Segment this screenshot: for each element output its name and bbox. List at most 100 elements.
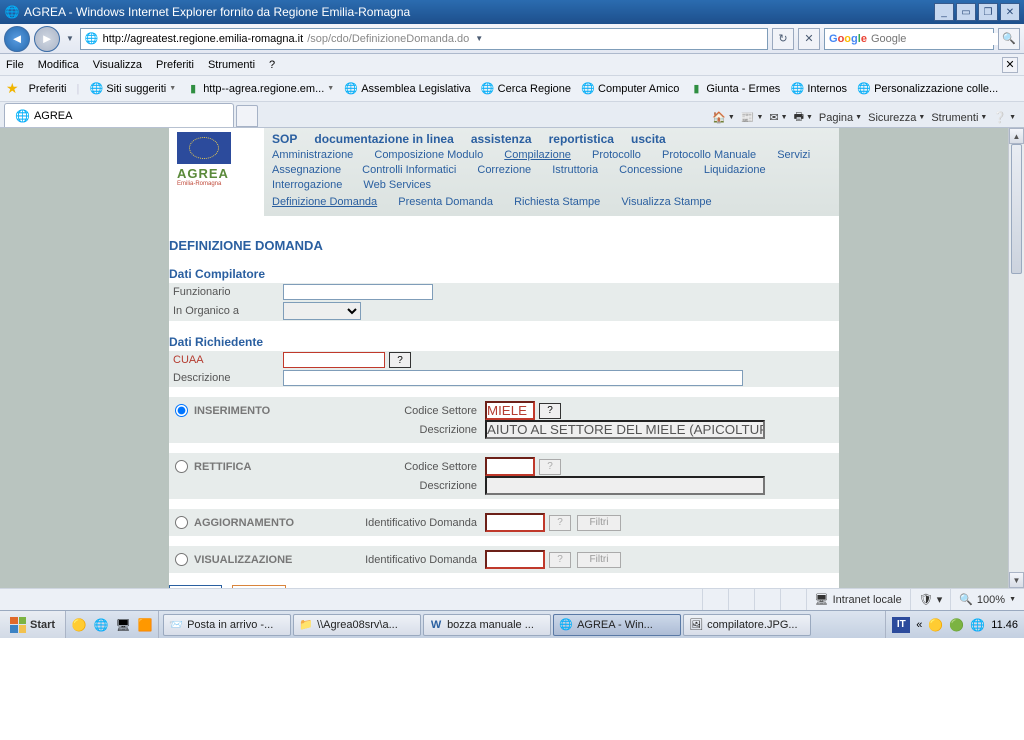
task-ie-agrea[interactable]: 🌐AGREA - Win... <box>553 614 681 636</box>
tray-icon[interactable]: 🟡 <box>928 618 943 632</box>
status-zone[interactable]: 🖥Intranet locale <box>806 589 910 610</box>
task-word[interactable]: Wbozza manuale ... <box>423 614 551 636</box>
menu-preferiti[interactable]: Preferiti <box>156 59 194 71</box>
nav-uscita[interactable]: uscita <box>631 132 666 146</box>
scroll-thumb[interactable] <box>1011 144 1022 274</box>
stop-button[interactable]: ✕ <box>798 28 820 50</box>
ritorna-button[interactable]: Ritorna <box>232 585 286 588</box>
tab-agrea[interactable]: 🌐 AGREA <box>4 103 234 127</box>
search-box[interactable]: Google <box>824 28 994 50</box>
nav-richiesta-stampe[interactable]: Richiesta Stampe <box>514 195 600 210</box>
nav-presenta-domanda[interactable]: Presenta Domanda <box>398 195 493 210</box>
maximize-button[interactable]: ❐ <box>978 3 998 21</box>
mail-button[interactable]: ✉▼ <box>769 111 787 124</box>
nav-compilazione[interactable]: Compilazione <box>504 148 571 163</box>
radio-aggiornamento-label[interactable]: AGGIORNAMENTO <box>175 516 355 529</box>
task-folder[interactable]: 📁\\Agrea08srv\a... <box>293 614 421 636</box>
vertical-scrollbar[interactable]: ▲ ▼ <box>1008 128 1024 588</box>
lookup-settore-ins-button[interactable]: ? <box>539 403 561 419</box>
favorites-label[interactable]: Preferiti <box>29 83 67 95</box>
nav-interrogazione[interactable]: Interrogazione <box>272 178 342 193</box>
lookup-cuaa-button[interactable]: ? <box>389 352 411 368</box>
protected-mode-cell[interactable]: 🛡▾ <box>910 589 951 610</box>
nav-documentazione[interactable]: documentazione in linea <box>314 132 453 146</box>
nav-servizi[interactable]: Servizi <box>777 148 810 163</box>
ql-desktop-icon[interactable]: 🖥 <box>114 616 132 634</box>
input-descrizione[interactable] <box>283 370 743 386</box>
task-image[interactable]: 🖼compilatore.JPG... <box>683 614 811 636</box>
clock[interactable]: 11.46 <box>991 619 1018 631</box>
ql-icon[interactable]: 🟡 <box>70 616 88 634</box>
menu-close-icon[interactable]: ✕ <box>1002 57 1018 73</box>
print-button[interactable]: 🖶▼ <box>794 108 813 127</box>
close-button[interactable]: ✕ <box>1000 3 1020 21</box>
help-button[interactable]: ❔▼ <box>993 111 1016 124</box>
tools-menu[interactable]: Strumenti▼ <box>931 112 987 124</box>
back-button[interactable]: ◄ <box>4 26 30 52</box>
tray-network-icon[interactable]: 🌐 <box>970 618 985 632</box>
tray-expand-icon[interactable]: « <box>916 619 922 631</box>
nav-amministrazione[interactable]: Amministrazione <box>272 148 353 163</box>
restore-button[interactable]: ▭ <box>956 3 976 21</box>
safety-menu[interactable]: Sicurezza▼ <box>868 112 925 124</box>
menu-strumenti[interactable]: Strumenti <box>208 59 255 71</box>
nav-composizione[interactable]: Composizione Modulo <box>374 148 483 163</box>
start-button[interactable]: Start <box>0 611 66 638</box>
input-funzionario[interactable] <box>283 284 433 300</box>
input-id-domanda-vis[interactable] <box>485 550 545 569</box>
ql-ie-icon[interactable]: 🌐 <box>92 616 110 634</box>
nav-controlli[interactable]: Controlli Informatici <box>362 163 456 178</box>
radio-rettifica-label[interactable]: RETTIFICA <box>175 460 355 473</box>
search-input[interactable] <box>871 33 1013 45</box>
nav-assistenza[interactable]: assistenza <box>471 132 532 146</box>
feeds-button[interactable]: 📰▼ <box>741 111 764 124</box>
ql-icon[interactable]: 🟧 <box>136 616 154 634</box>
zoom-cell[interactable]: 🔍100%▼ <box>950 589 1024 610</box>
nav-assegnazione[interactable]: Assegnazione <box>272 163 341 178</box>
task-outlook[interactable]: 📨Posta in arrivo -... <box>163 614 291 636</box>
esegui-button[interactable]: Esegui <box>169 585 222 588</box>
address-dropdown-icon[interactable]: ▼ <box>473 34 485 43</box>
scroll-down-icon[interactable]: ▼ <box>1009 572 1024 588</box>
scroll-up-icon[interactable]: ▲ <box>1009 128 1024 144</box>
input-cuaa[interactable] <box>283 352 385 368</box>
nav-liquidazione[interactable]: Liquidazione <box>704 163 766 178</box>
history-dropdown-icon[interactable]: ▼ <box>64 34 76 43</box>
nav-sop[interactable]: SOP <box>272 132 297 146</box>
nav-definizione-domanda[interactable]: Definizione Domanda <box>272 195 377 210</box>
address-bar[interactable]: 🌐 http://agreatest.regione.emilia-romagn… <box>80 28 768 50</box>
tray-icon[interactable]: 🟢 <box>949 618 964 632</box>
nav-correzione[interactable]: Correzione <box>477 163 531 178</box>
nav-reportistica[interactable]: reportistica <box>549 132 614 146</box>
favorites-star-icon[interactable]: ★ <box>6 80 19 97</box>
nav-istruttoria[interactable]: Istruttoria <box>552 163 598 178</box>
select-in-organico[interactable] <box>283 302 361 320</box>
fav-internos[interactable]: 🌐Internos <box>790 82 847 96</box>
fav-siti-suggeriti[interactable]: 🌐Siti suggeriti▼ <box>89 82 176 96</box>
home-button[interactable]: 🏠▼ <box>712 111 735 124</box>
nav-concessione[interactable]: Concessione <box>619 163 683 178</box>
nav-protocollo[interactable]: Protocollo <box>592 148 641 163</box>
menu-visualizza[interactable]: Visualizza <box>93 59 142 71</box>
fav-agrea[interactable]: ▮http--agrea.regione.em...▼ <box>186 82 334 96</box>
menu-modifica[interactable]: Modifica <box>38 59 79 71</box>
page-menu[interactable]: Pagina▼ <box>819 112 862 124</box>
fav-computer-amico[interactable]: 🌐Computer Amico <box>581 82 679 96</box>
search-go-button[interactable]: 🔍 <box>998 28 1020 50</box>
nav-web-services[interactable]: Web Services <box>363 178 431 193</box>
fav-giunta[interactable]: ▮Giunta - Ermes <box>689 82 780 96</box>
input-codice-settore-ins[interactable] <box>485 401 535 420</box>
radio-inserimento[interactable] <box>175 404 188 417</box>
menu-file[interactable]: File <box>6 59 24 71</box>
input-codice-settore-ret[interactable] <box>485 457 535 476</box>
fav-cerca-regione[interactable]: 🌐Cerca Regione <box>481 82 571 96</box>
fav-assemblea[interactable]: 🌐Assemblea Legislativa <box>344 82 470 96</box>
radio-visualizzazione[interactable] <box>175 553 188 566</box>
radio-rettifica[interactable] <box>175 460 188 473</box>
nav-visualizza-stampe[interactable]: Visualizza Stampe <box>621 195 711 210</box>
radio-visualizzazione-label[interactable]: VISUALIZZAZIONE <box>175 553 355 566</box>
input-id-domanda-agg[interactable] <box>485 513 545 532</box>
refresh-button[interactable]: ↻ <box>772 28 794 50</box>
nav-protocollo-manuale[interactable]: Protocollo Manuale <box>662 148 756 163</box>
menu-help[interactable]: ? <box>269 59 275 71</box>
